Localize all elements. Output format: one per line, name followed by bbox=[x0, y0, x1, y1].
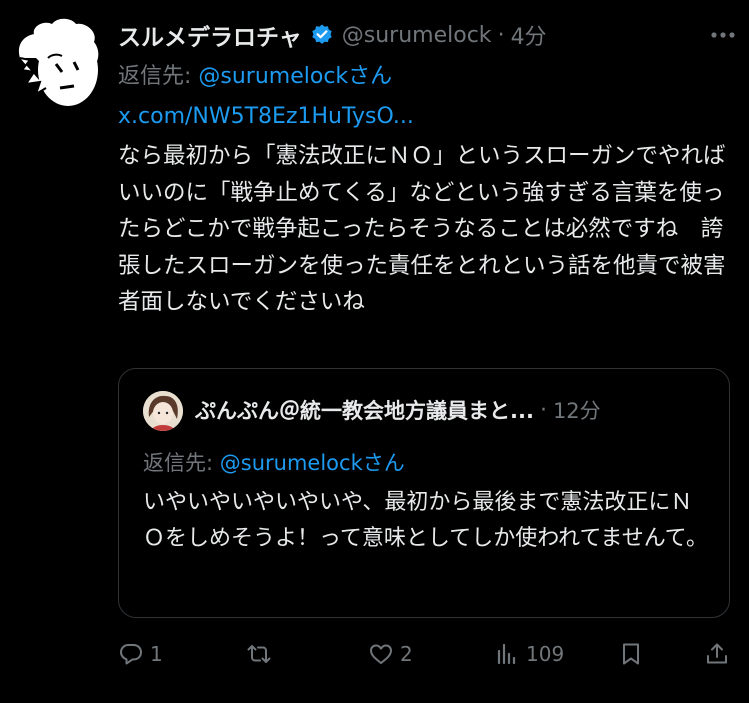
bookmark-icon bbox=[623, 643, 639, 665]
bookmark-button[interactable] bbox=[618, 636, 644, 672]
tweet-text: なら最初から「憲法改正にＮＯ」というスローガンでやればいいのに「戦争止めてくる」… bbox=[118, 143, 726, 315]
quoted-timestamp: 12分 bbox=[552, 399, 601, 423]
heart-icon bbox=[370, 644, 392, 664]
share-button[interactable] bbox=[704, 636, 730, 672]
reply-button[interactable]: 1 bbox=[118, 636, 163, 672]
retweet-button[interactable] bbox=[246, 636, 278, 672]
views-icon bbox=[497, 643, 516, 665]
handle[interactable]: @surumelock bbox=[342, 23, 492, 48]
reply-icon bbox=[120, 644, 142, 665]
timestamp[interactable]: 4分 bbox=[511, 19, 547, 51]
like-button[interactable]: 2 bbox=[368, 636, 413, 672]
reply-mention-link[interactable]: @surumelockさん bbox=[198, 64, 392, 89]
quoted-text: いやいやいやいやいや、最初から最後まで憲法改正にＮＯをしめそうよ！って意味として… bbox=[143, 490, 708, 551]
verified-badge-icon bbox=[312, 24, 332, 44]
share-icon bbox=[707, 643, 727, 664]
display-name[interactable]: スルメデラロチャ bbox=[118, 18, 302, 52]
tweet-header: スルメデラロチャ @surumelock · 4分 bbox=[118, 18, 738, 52]
quoted-tweet[interactable]: ぷんぷん＠統一教会地方議員まと... · 12分 返信先: @surumeloc… bbox=[118, 368, 730, 618]
quoted-reply-to-line: 返信先: @surumelockさん bbox=[143, 447, 405, 477]
views-button[interactable]: 109 bbox=[494, 636, 564, 672]
reply-to-line: 返信先: @surumelockさん bbox=[118, 58, 392, 92]
tweet-link[interactable]: x.com/NW5T8Ez1HuTysO... bbox=[118, 104, 414, 129]
quoted-separator-dot: · bbox=[539, 397, 547, 423]
reply-count: 1 bbox=[150, 642, 163, 666]
like-count: 2 bbox=[400, 642, 413, 666]
avatar[interactable] bbox=[14, 14, 104, 110]
quoted-display-name: ぷんぷん＠統一教会地方議員まと... bbox=[195, 399, 534, 423]
reply-to-prefix: 返信先: bbox=[118, 64, 199, 89]
more-icon[interactable] bbox=[708, 22, 738, 48]
quoted-avatar bbox=[143, 391, 183, 431]
action-bar: 1 2 109 bbox=[118, 636, 730, 672]
quoted-reply-prefix: 返信先: bbox=[143, 451, 220, 475]
views-count: 109 bbox=[526, 642, 565, 666]
quoted-header: ぷんぷん＠統一教会地方議員まと... · 12分 bbox=[195, 395, 715, 425]
quoted-reply-mention: @surumelockさん bbox=[219, 451, 405, 475]
retweet-icon bbox=[247, 645, 271, 663]
separator-dot: · bbox=[497, 22, 505, 48]
